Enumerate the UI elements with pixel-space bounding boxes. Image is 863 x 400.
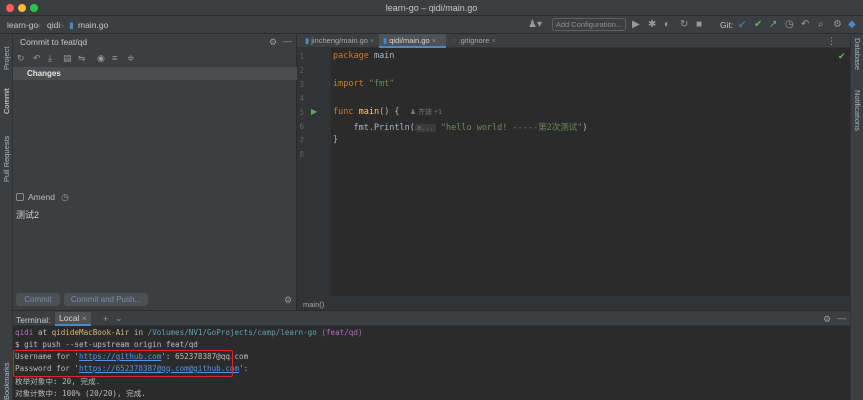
terminal-prompt-line: qidi at qididеMacBook-Air in /Volumes/NV… (15, 328, 363, 337)
code-line-6[interactable]: fmt.Println(a... "hello world! -----第2次测… (333, 121, 587, 133)
download-icon[interactable]: ⤓ (48, 53, 52, 63)
collapse-all-icon[interactable]: ≑ (127, 53, 135, 63)
add-configuration-button[interactable]: Add Configuration... (552, 18, 626, 31)
tab-qidi-main[interactable]: ▮ qidi/main.go × (379, 34, 446, 48)
line-number: 6 (299, 122, 304, 131)
expand-all-icon[interactable]: ≡ (112, 53, 117, 63)
coverage-icon[interactable]: ◐ (664, 19, 670, 31)
breadcrumb-separator-icon: › (38, 20, 41, 30)
code-author-hint: ♟ 齐迪 +1 (409, 109, 442, 116)
run-gutter-icon[interactable]: ▶ (311, 107, 317, 116)
settings-icon[interactable]: ⚙ (833, 19, 842, 31)
close-tab-icon[interactable]: × (430, 36, 436, 45)
right-tool-strip: Database Notifications (850, 34, 863, 400)
code-line-5[interactable]: func main() { ♟ 齐迪 +1 (333, 107, 442, 117)
navigation-bar: learn-go › qidi › ▮ main.go ♟▾ Add Confi… (0, 16, 863, 34)
user-icon[interactable]: ♟▾ (528, 19, 542, 31)
pull-requests-tool-tab[interactable]: Pull Requests (2, 136, 11, 182)
terminal-settings-icon[interactable]: ⚙ (823, 314, 831, 325)
breadcrumb-project[interactable]: learn-go (7, 20, 38, 30)
gear-icon[interactable]: ⚙ (269, 37, 277, 47)
terminal-label: Terminal: (16, 315, 51, 325)
update-project-icon[interactable]: ↙ (738, 19, 746, 31)
breadcrumb-folder[interactable]: qidi (47, 20, 60, 30)
code-line-1[interactable]: package main (333, 51, 394, 61)
title-bar: learn-go – qidi/main.go (0, 0, 863, 16)
close-tab-icon[interactable]: × (79, 313, 87, 323)
parameter-hint: a... (414, 124, 436, 132)
more-tabs-icon[interactable]: ⋮ (827, 36, 836, 47)
terminal-panel: Terminal: Local × + ⌄ ⚙ — qidi at qididе… (13, 310, 850, 400)
close-tab-icon[interactable]: × (489, 36, 495, 45)
editor: ▮ jincheng/main.go × ▮ qidi/main.go × ◌ … (297, 34, 850, 310)
new-terminal-icon[interactable]: + (103, 314, 108, 324)
profile-icon[interactable]: ↻ (680, 19, 688, 31)
code-line-7[interactable]: } (333, 135, 338, 145)
tab-jincheng-main[interactable]: ▮ jincheng/main.go × (301, 34, 379, 48)
database-tool-tab[interactable]: Database (853, 38, 862, 70)
commit-options-gear-icon[interactable]: ⚙ (284, 295, 292, 305)
breadcrumb-file[interactable]: main.go (78, 20, 108, 30)
commit-panel: Commit to feat/qd ⚙ — ↻ ↶ ⤓ ▤ ⇋ ◉ ≡ ≑ Ch… (13, 34, 297, 310)
breadcrumb-separator-icon: › (61, 20, 64, 30)
project-tool-tab[interactable]: Project (2, 47, 11, 70)
commit-panel-title: Commit to feat/qd (20, 37, 88, 47)
line-number: 4 (299, 94, 304, 103)
window-title: learn-go – qidi/main.go (385, 3, 478, 13)
terminal-command-line: $ git push --set-upstream origin feat/qd (15, 340, 198, 349)
jetbrains-logo-icon[interactable]: ◆ (848, 19, 856, 31)
notifications-tool-tab[interactable]: Notifications (853, 90, 862, 131)
tab-gitignore[interactable]: ◌ .gitignore × (448, 34, 508, 48)
rollback-icon[interactable]: ↶ (801, 19, 809, 31)
search-icon[interactable]: ⌕ (818, 19, 824, 31)
git-label: Git: (720, 20, 734, 30)
commit-check-icon[interactable]: ✔ (754, 19, 762, 31)
clock-icon[interactable]: ◷ (61, 192, 69, 202)
go-file-icon: ▮ (69, 20, 74, 30)
left-tool-strip: Project Commit Pull Requests Bookmarks (0, 34, 13, 400)
chevron-down-icon[interactable]: ⌄ (115, 313, 123, 324)
terminal-tab-local[interactable]: Local × (55, 312, 91, 326)
amend-checkbox[interactable] (16, 193, 24, 201)
hide-panel-icon[interactable]: — (283, 36, 292, 46)
diff-icon[interactable]: ⇋ (78, 53, 86, 63)
terminal-header: Terminal: Local × + ⌄ ⚙ — (13, 310, 850, 326)
bookmarks-tool-tab[interactable]: Bookmarks (2, 362, 11, 400)
close-tab-icon[interactable]: × (368, 36, 374, 45)
line-number: 1 (299, 52, 304, 61)
view-options-icon[interactable]: ◉ (97, 53, 105, 63)
editor-breadcrumb-function[interactable]: main() (303, 300, 324, 309)
inspection-ok-icon[interactable]: ✔ (838, 51, 846, 62)
commit-button[interactable]: Commit (16, 293, 60, 306)
shelve-icon[interactable]: ▤ (63, 53, 72, 63)
line-number: 2 (299, 66, 304, 75)
amend-label: Amend (28, 192, 55, 202)
line-number: 3 (299, 80, 304, 89)
line-number: 5 (299, 108, 304, 117)
changes-group[interactable]: Changes (13, 67, 297, 80)
refresh-icon[interactable]: ↻ (17, 53, 25, 63)
run-icon[interactable]: ▶ (632, 19, 640, 31)
debug-icon[interactable]: ✱ (648, 19, 656, 31)
editor-tabs: ▮ jincheng/main.go × ▮ qidi/main.go × ◌ … (297, 34, 850, 48)
commit-message[interactable]: 测试2 (16, 208, 39, 221)
line-number-gutter: 1 2 3 4 5 6 7 8 ▶ (297, 48, 331, 296)
highlight-box (13, 350, 233, 377)
terminal-output-line: 枚举对象中: 20, 完成. (15, 377, 101, 386)
terminal-output-line: 对象计数中: 100% (20/20), 完成. (15, 389, 146, 398)
rollback-icon[interactable]: ↶ (33, 53, 41, 63)
code-line-3[interactable]: import "fmt" (333, 79, 394, 89)
line-number: 8 (299, 150, 304, 159)
stop-icon[interactable]: ■ (696, 19, 702, 31)
commit-and-push-button[interactable]: Commit and Push... (64, 293, 148, 306)
commit-tool-tab[interactable]: Commit (2, 88, 11, 114)
history-icon[interactable]: ◷ (785, 19, 794, 31)
line-number: 7 (299, 136, 304, 145)
hide-panel-icon[interactable]: — (837, 313, 846, 323)
push-icon[interactable]: ↗ (769, 19, 777, 31)
editor-breadcrumb: main() (297, 296, 850, 310)
